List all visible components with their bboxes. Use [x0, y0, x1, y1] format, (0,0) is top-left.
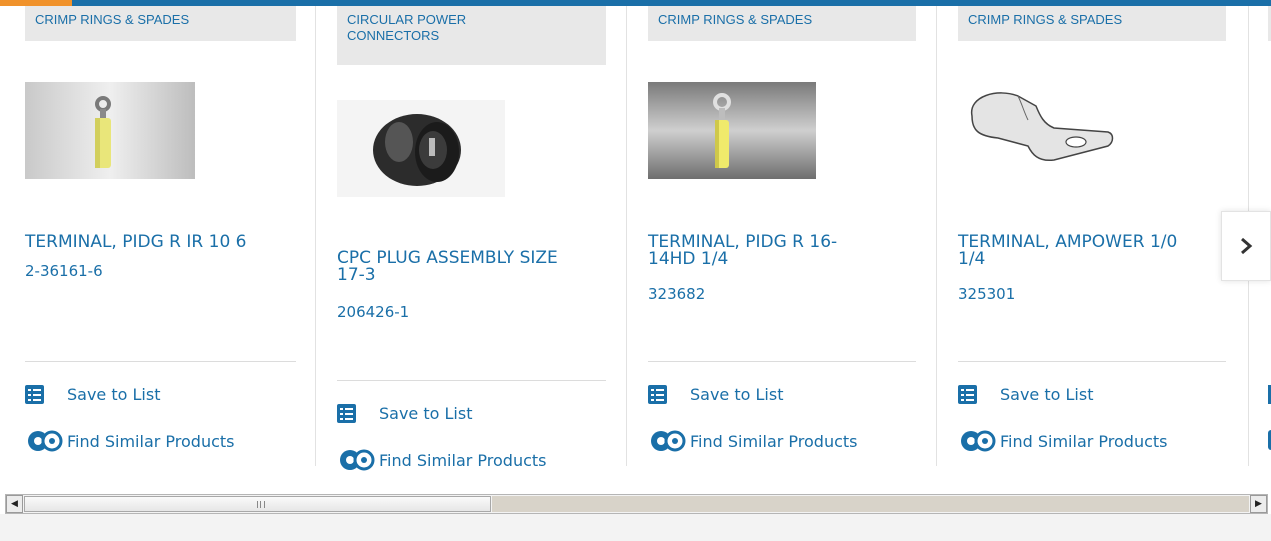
card-divider [958, 361, 1226, 362]
find-similar-button[interactable]: Find Similar Products [337, 449, 547, 471]
scrollbar-track[interactable] [492, 496, 1249, 512]
product-title[interactable]: CPC PLUG ASSEMBLY SIZE 17-3 [337, 250, 606, 284]
find-similar-button[interactable]: Find Similar Products [648, 430, 858, 452]
product-title-line: TERMINAL, PIDG R IR 10 6 [25, 232, 247, 252]
gears-icon [961, 430, 996, 452]
find-similar-button[interactable]: Find Similar Products [25, 430, 235, 452]
find-similar-label: Find Similar Products [67, 431, 235, 451]
card-divider [25, 361, 296, 362]
find-similar-label: Find Similar Products [1000, 431, 1168, 451]
scrollbar-thumb[interactable] [24, 496, 491, 512]
product-image[interactable] [648, 82, 816, 179]
product-title-line: 17-3 [337, 265, 376, 285]
gears-icon [651, 430, 686, 452]
category-label[interactable]: CRIMP RINGS & SPADES [648, 6, 916, 41]
card-divider [648, 361, 916, 362]
carousel-next-button[interactable] [1221, 211, 1271, 281]
checklist-icon [25, 385, 44, 404]
product-card: CRIMP RINGS & SPADES TERMINAL, PIDG R IR… [25, 6, 296, 466]
gears-icon [28, 430, 63, 452]
find-similar-label: Find Similar Products [379, 450, 547, 470]
save-to-list-button[interactable]: Save to List [648, 385, 783, 404]
category-label[interactable]: CIRCULAR POWER CONNECTORS [337, 6, 606, 65]
product-image[interactable] [25, 82, 195, 179]
product-card: CRIMP RINGS & SPADES TERMINAL, PIDG R 16… [626, 6, 916, 466]
save-to-list-label: Save to List [379, 404, 473, 423]
product-image[interactable] [958, 76, 1128, 181]
save-to-list-label: Save to List [1000, 385, 1094, 404]
scroll-left-button[interactable]: ◀ [6, 495, 23, 513]
save-to-list-button[interactable]: Save to List [958, 385, 1093, 404]
product-title-line: CPC PLUG ASSEMBLY SIZE [337, 248, 558, 268]
product-title[interactable]: TERMINAL, AMPOWER 1/0 1/4 [958, 234, 1226, 268]
category-label[interactable]: CRIMP RINGS & SPADES [958, 6, 1226, 41]
checklist-icon [337, 404, 356, 423]
scroll-right-button[interactable]: ▶ [1250, 495, 1267, 513]
part-number[interactable]: 2-36161-6 [25, 262, 103, 280]
product-card: CIRCULAR POWER CONNECTORS CPC PLUG ASSEM… [315, 6, 606, 471]
product-title[interactable]: TERMINAL, PIDG R IR 10 6 [25, 234, 296, 251]
part-number[interactable]: 323682 [648, 285, 705, 303]
save-to-list-button[interactable]: Save to List [25, 385, 160, 404]
category-label[interactable]: CRIMP RINGS & SPADES [25, 6, 296, 41]
product-card: CRIMP RINGS & SPADES TERMINAL, AMPOWER 1… [936, 6, 1226, 466]
card-divider [337, 380, 606, 381]
product-title[interactable]: TERMINAL, PIDG R 16- 14HD 1/4 [648, 234, 916, 268]
checklist-icon [958, 385, 977, 404]
product-title-line: 14HD 1/4 [648, 249, 729, 269]
save-to-list-button[interactable]: Save to List [337, 404, 472, 423]
scrollbar-grip [257, 501, 265, 508]
part-number[interactable]: 325301 [958, 285, 1015, 303]
product-title-line: TERMINAL, AMPOWER 1/0 [958, 232, 1178, 252]
checklist-icon [648, 385, 667, 404]
horizontal-scrollbar[interactable]: ◀ ▶ [5, 494, 1268, 514]
save-to-list-label: Save to List [67, 385, 161, 404]
find-similar-label: Find Similar Products [690, 431, 858, 451]
product-title-line: 1/4 [958, 249, 986, 269]
chevron-right-icon [1241, 237, 1253, 255]
save-to-list-label: Save to List [690, 385, 784, 404]
find-similar-button[interactable]: Find Similar Products [958, 430, 1168, 452]
footer-area [0, 514, 1271, 541]
part-number[interactable]: 206426-1 [337, 303, 409, 321]
product-carousel: CRIMP RINGS & SPADES TERMINAL, PIDG R IR… [0, 6, 1271, 486]
gears-icon [340, 449, 375, 471]
product-image[interactable] [337, 100, 505, 197]
